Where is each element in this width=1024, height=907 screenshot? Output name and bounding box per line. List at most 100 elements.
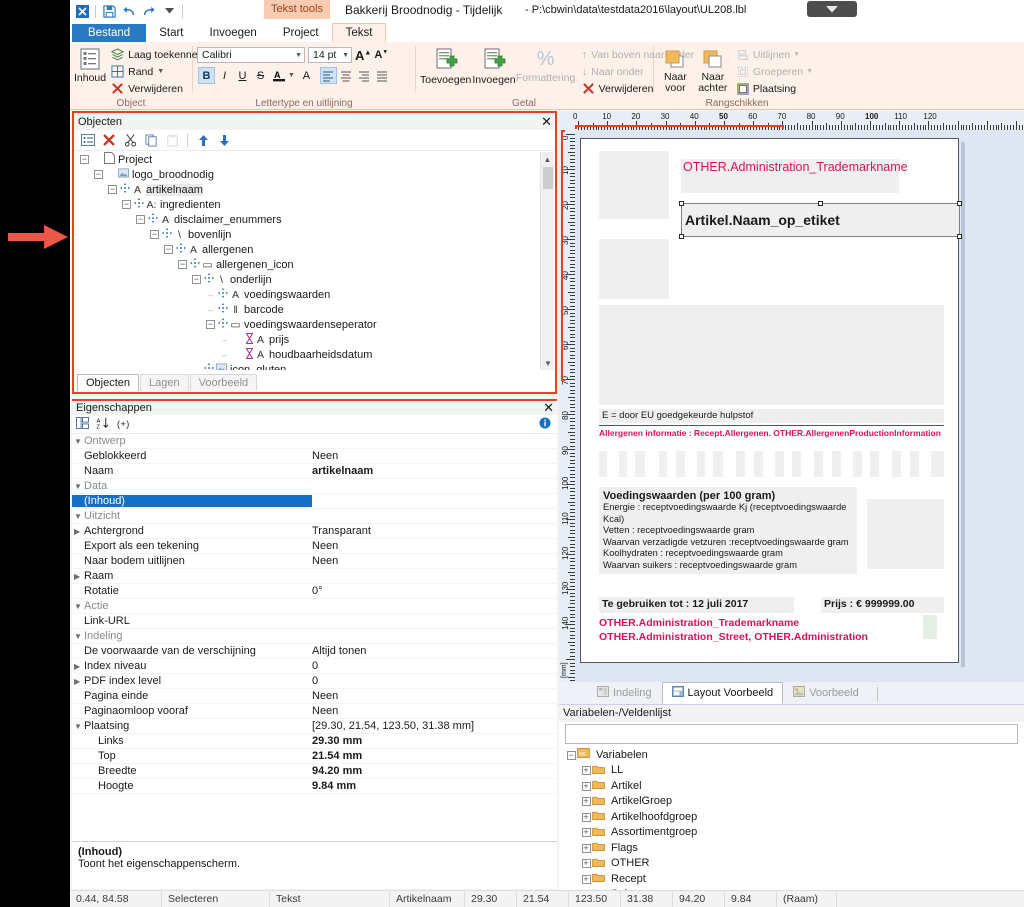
scrollbar-thumb[interactable] [543, 167, 553, 189]
property-row[interactable]: Breedte 94.20 mm [72, 764, 557, 779]
qat-dropdown-icon[interactable] [159, 1, 179, 21]
tree-node-barcode[interactable]: – ‖ barcode [75, 302, 541, 317]
expand-arrow-icon[interactable]: ▶ [74, 677, 84, 686]
property-row[interactable]: Hoogte 9.84 mm [72, 779, 557, 794]
tree-expander-icon[interactable]: − [163, 244, 174, 255]
trademark-text-box[interactable]: OTHER.Administration_Trademarkname [681, 159, 908, 193]
strikethrough-button[interactable]: S [252, 67, 269, 84]
variable-node-variabelen[interactable]: − xx Variabelen [561, 747, 1022, 763]
tab-invoegen[interactable]: Invoegen [197, 24, 270, 42]
chevron-down-icon-font[interactable]: ▼ [295, 52, 302, 59]
variable-node-artikelhoofdgroep[interactable]: + Artikelhoofdgroep [561, 809, 1022, 825]
property-value[interactable]: 9.84 mm [312, 780, 557, 792]
tab-tekst[interactable]: Tekst [331, 23, 387, 42]
grow-font-icon[interactable]: A▲ [355, 48, 371, 63]
tree-node-prijs[interactable]: – Aprijs [75, 332, 541, 347]
property-row[interactable]: ▶ Raam [72, 569, 557, 584]
property-value[interactable]: 94.20 mm [312, 765, 557, 777]
align-right-button[interactable] [356, 67, 373, 84]
collapse-arrow-icon[interactable]: ▼ [74, 632, 84, 641]
tab-voorbeeld-view[interactable]: Voorbeeld [783, 682, 869, 704]
tree-node-allergenen-icon[interactable]: − ▭ allergenen_icon [75, 257, 541, 272]
expand-arrow-icon[interactable]: ▶ [74, 662, 84, 671]
bold-button[interactable]: B [198, 67, 215, 84]
scroll-down-icon[interactable]: ▼ [541, 356, 555, 370]
expand-all-label[interactable]: (+) [117, 419, 130, 429]
tree-expander-icon[interactable]: − [107, 184, 118, 195]
property-value[interactable]: 0 [312, 660, 557, 672]
properties-panel-close-icon[interactable]: ✕ [543, 400, 554, 416]
selected-object-frame[interactable]: Artikel.Naam_op_etiket [681, 203, 960, 237]
font-size-combo[interactable]: 14 pt ▼ [308, 47, 352, 63]
cut-icon[interactable] [121, 132, 139, 149]
tree-expander-icon[interactable]: − [121, 199, 132, 210]
naar-voor-button[interactable]: Naar voor [658, 44, 693, 97]
font-family-combo[interactable]: Calibri ▼ [197, 47, 305, 63]
variable-node-artikelgroep[interactable]: + ArtikelGroep [561, 794, 1022, 810]
inhoud-button[interactable]: Inhoud [74, 44, 106, 97]
variable-node-artikel[interactable]: + Artikel [561, 778, 1022, 794]
info-icon[interactable] [539, 416, 557, 432]
variable-expander-icon[interactable]: + [580, 781, 592, 791]
property-row[interactable]: ▼ Actie [72, 599, 557, 614]
property-value[interactable]: 0° [312, 585, 557, 597]
property-row[interactable]: Link-URL [72, 614, 557, 629]
variable-expander-icon[interactable]: + [580, 843, 592, 853]
tree-node-houdbaarheidsdatum[interactable]: – Ahoudbaarheidsdatum [75, 347, 541, 362]
move-handle-icon[interactable] [147, 213, 158, 226]
nutrition-block[interactable]: Voedingswaarden (per 100 gram) Energie :… [599, 487, 857, 574]
move-handle-icon[interactable] [175, 243, 186, 256]
tree-expander-icon[interactable]: − [191, 274, 202, 285]
chevron-down-icon-2[interactable]: ▼ [157, 68, 164, 75]
property-value[interactable]: Neen [312, 705, 557, 717]
property-row[interactable]: Naar bodem uitlijnen Neen [72, 554, 557, 569]
properties-rows[interactable]: ▼ Ontwerp Geblokkeerd Neen Naam artikelnaam ▼ D… [72, 434, 557, 794]
property-row[interactable]: Export als een tekening Neen [72, 539, 557, 554]
move-up-icon[interactable] [194, 132, 212, 149]
undo-icon[interactable] [119, 1, 139, 21]
chevron-down-icon-color[interactable]: ▼ [288, 72, 295, 79]
tab-bestand[interactable]: Bestand [72, 24, 147, 42]
redo-icon[interactable] [139, 1, 159, 21]
move-handle-icon[interactable] [161, 228, 172, 241]
move-handle-icon[interactable] [119, 183, 130, 196]
property-value[interactable]: Transparant [312, 525, 557, 537]
shrink-font-icon[interactable]: A▼ [374, 49, 388, 61]
tree-expander-icon[interactable]: − [93, 169, 104, 180]
align-justify-button[interactable] [374, 67, 391, 84]
resize-handle-sw[interactable] [679, 234, 684, 239]
sort-az-icon[interactable]: AZ [96, 417, 110, 432]
tab-start[interactable]: Start [146, 24, 196, 42]
toevoegen-button[interactable]: Toevoegen [420, 44, 471, 97]
move-handle-icon[interactable] [189, 258, 200, 271]
move-handle-icon[interactable] [217, 303, 228, 316]
move-handle-icon[interactable] [217, 288, 228, 301]
property-row[interactable]: Links 29.30 mm [72, 734, 557, 749]
variable-expander-icon[interactable]: + [580, 765, 592, 776]
tab-lagen[interactable]: Lagen [140, 374, 189, 391]
tab-objecten[interactable]: Objecten [77, 374, 140, 391]
tree-expander-icon[interactable]: − [79, 154, 90, 165]
expand-arrow-icon[interactable]: ▶ [74, 527, 84, 536]
resize-handle-ne[interactable] [957, 201, 962, 206]
tab-indeling[interactable]: Indeling [587, 682, 662, 704]
titlebar-dropdown-button[interactable] [807, 1, 857, 17]
chevron-down-icon-size[interactable]: ▼ [342, 52, 349, 59]
variable-node-ll[interactable]: + LL [561, 763, 1022, 779]
logo-placeholder[interactable] [599, 151, 669, 219]
expand-arrow-icon[interactable]: ▶ [74, 572, 84, 581]
property-value[interactable]: [29.30, 21.54, 123.50, 31.38 mm] [312, 720, 557, 732]
properties-icon[interactable] [79, 132, 97, 149]
design-canvas[interactable]: OTHER.Administration_Trademarkname Artik… [575, 130, 1024, 682]
object-tree[interactable]: − Project − logo_broodnodig − Aartikelnaam − A:… [75, 152, 541, 370]
ingredients-text-placeholder[interactable] [599, 305, 944, 405]
property-value[interactable]: Neen [312, 555, 557, 567]
tree-node-bovenlijn[interactable]: − \ bovenlijn [75, 227, 541, 242]
property-row[interactable]: ▼ Data [72, 479, 557, 494]
copy-icon[interactable] [142, 132, 160, 149]
property-row[interactable]: De voorwaarde van de verschijning Altijd … [72, 644, 557, 659]
tree-node-artikelnaam[interactable]: − Aartikelnaam [75, 182, 541, 197]
collapse-arrow-icon[interactable]: ▼ [74, 482, 84, 491]
variable-expander-icon[interactable]: + [580, 796, 592, 807]
move-handle-icon[interactable] [203, 363, 214, 370]
